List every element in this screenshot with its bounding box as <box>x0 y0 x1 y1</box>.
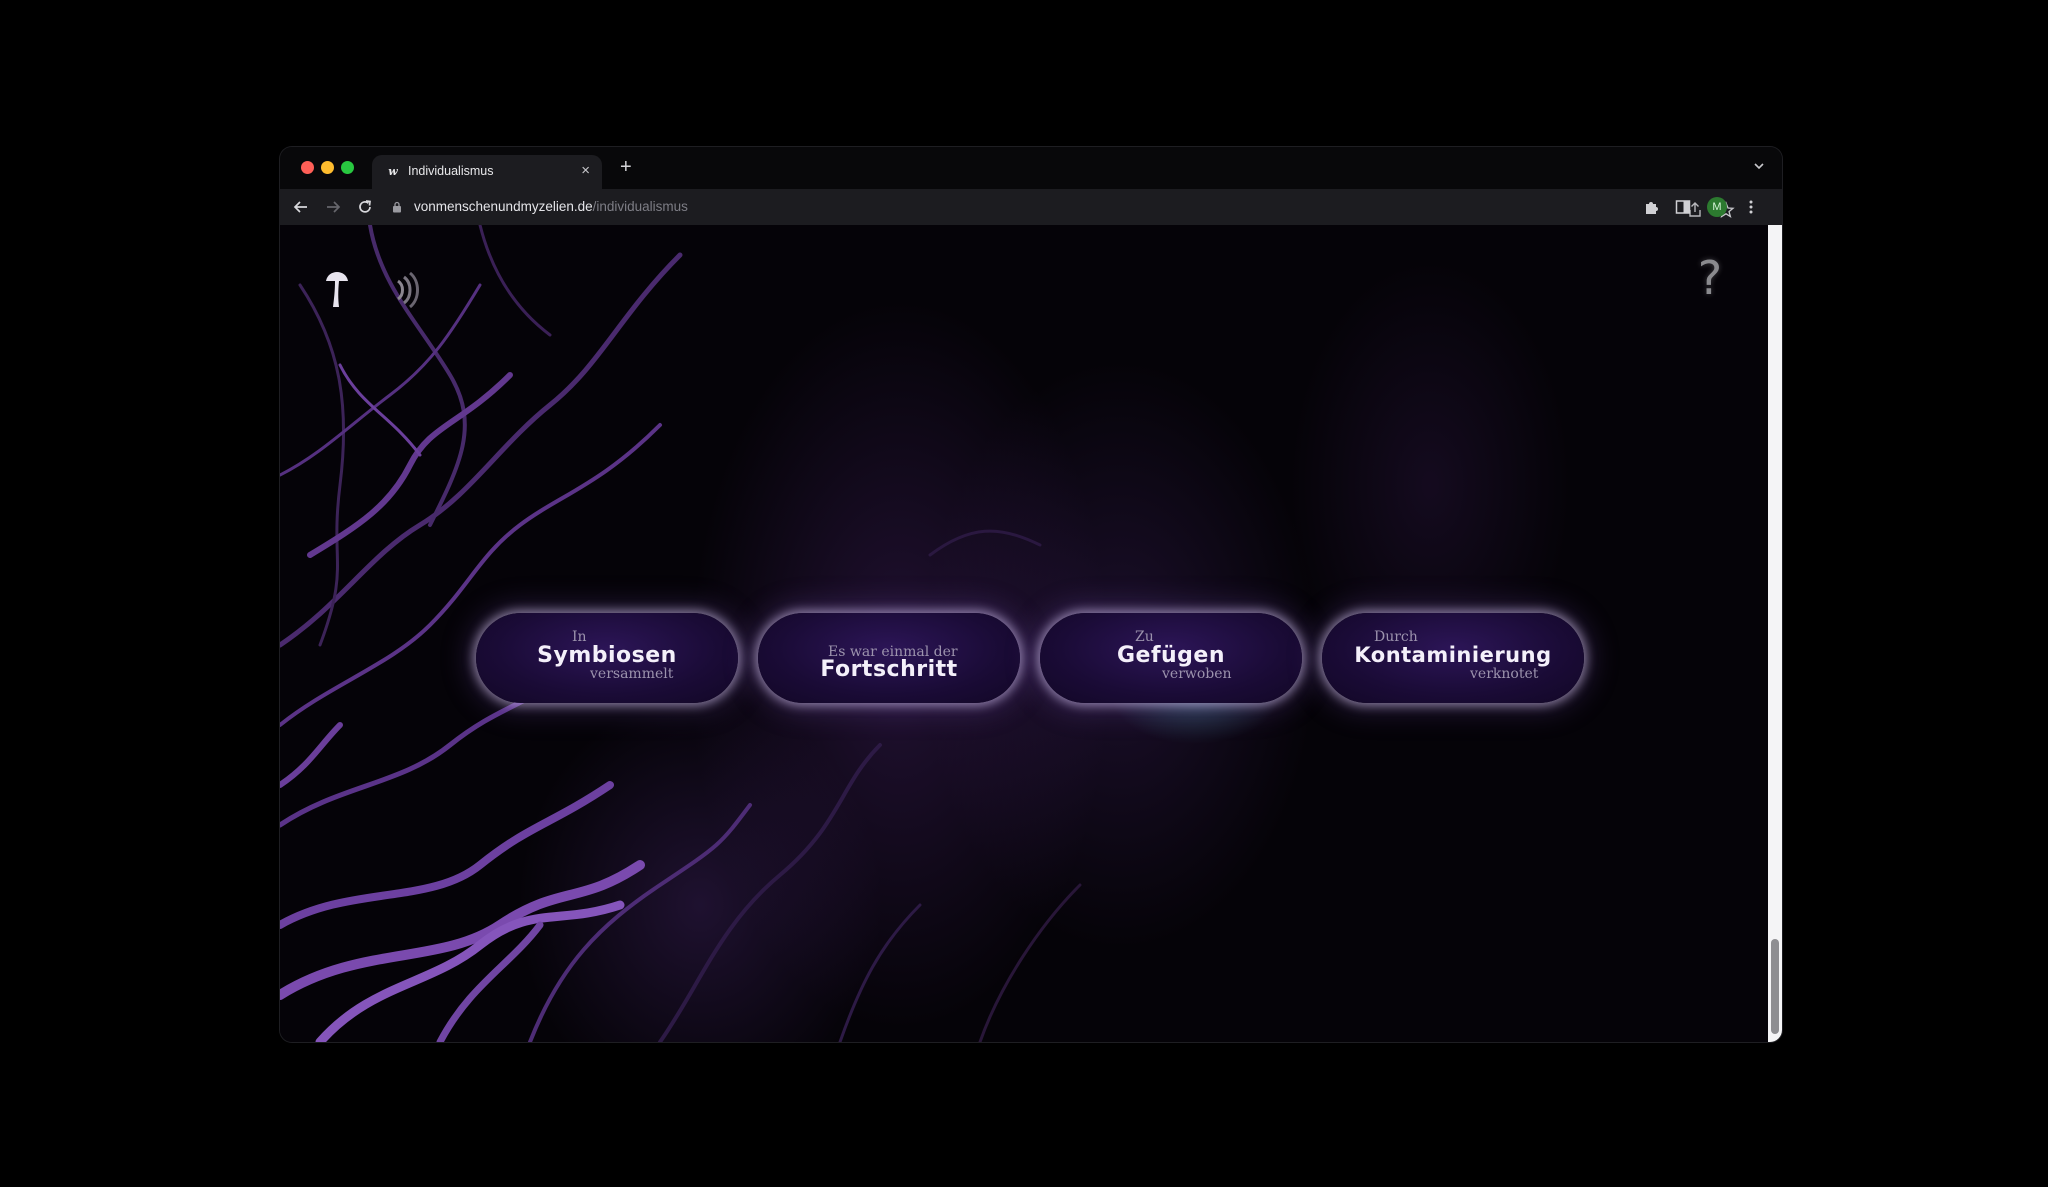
profile-avatar[interactable]: M <box>1707 197 1727 217</box>
choice-title: Gefügen <box>1116 643 1226 668</box>
lock-icon[interactable] <box>392 201 402 213</box>
help-icon[interactable]: ? <box>1690 253 1730 303</box>
choice-title: Kontaminierung <box>1354 643 1552 667</box>
tab-search-chevron-icon[interactable] <box>1752 159 1766 173</box>
choice-fortschritt[interactable]: Es war einmal der Fortschritt <box>758 613 1020 703</box>
extensions-puzzle-icon[interactable] <box>1643 198 1661 216</box>
new-tab-button[interactable]: + <box>620 156 632 178</box>
browser-window: w Individualismus × + vonmenschenundmyze… <box>280 147 1782 1042</box>
page-viewport: ? In Symbiosen versammelt Es war einmal … <box>280 225 1768 1042</box>
choice-post-text: verknotet <box>1470 666 1539 682</box>
sound-icon[interactable] <box>392 271 422 309</box>
choice-post-text: versammelt <box>590 666 674 682</box>
favicon-icon: w <box>388 165 398 178</box>
url-host: vonmenschenundmyzelien.de <box>414 199 593 214</box>
reload-icon[interactable] <box>356 198 374 216</box>
forward-arrow-icon[interactable] <box>324 198 342 216</box>
back-arrow-icon[interactable] <box>292 198 310 216</box>
mushroom-icon[interactable] <box>322 263 352 309</box>
toolbar: vonmenschenundmyzelien.de/individualismu… <box>280 189 1782 226</box>
tab-title: Individualismus <box>408 164 494 178</box>
choice-kontaminierung[interactable]: Durch Kontaminierung verknotet <box>1322 613 1584 703</box>
choice-title: Symbiosen <box>537 643 677 668</box>
choice-post-text: verwoben <box>1162 666 1232 682</box>
tab-bar: w Individualismus × + <box>280 147 1782 189</box>
choice-title: Fortschritt <box>820 657 958 682</box>
scrollbar-thumb[interactable] <box>1771 939 1779 1034</box>
tab-close-icon[interactable]: × <box>581 162 590 180</box>
side-panel-icon[interactable] <box>1674 198 1692 216</box>
close-window-button[interactable] <box>301 161 314 174</box>
url-text[interactable]: vonmenschenundmyzelien.de/individualismu… <box>414 199 688 214</box>
minimize-window-button[interactable] <box>321 161 334 174</box>
tab-individualismus[interactable]: w Individualismus × <box>372 155 602 189</box>
choice-symbiosen[interactable]: In Symbiosen versammelt <box>476 613 738 703</box>
scrollbar[interactable] <box>1768 225 1782 1042</box>
url-path: /individualismus <box>592 199 688 214</box>
maximize-window-button[interactable] <box>341 161 354 174</box>
kebab-menu-icon[interactable] <box>1742 198 1760 216</box>
choice-gefuegen[interactable]: Zu Gefügen verwoben <box>1040 613 1302 703</box>
address-bar[interactable]: vonmenschenundmyzelien.de/individualismu… <box>386 192 1735 222</box>
